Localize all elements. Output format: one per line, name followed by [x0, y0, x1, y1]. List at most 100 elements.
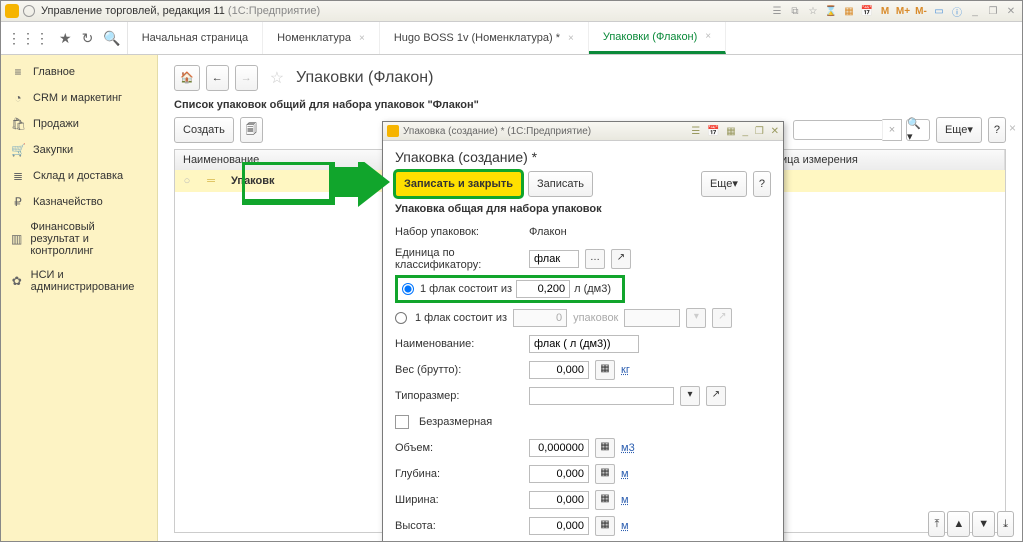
dlg-tool-icon[interactable]: ☰ — [691, 126, 700, 137]
height-input[interactable] — [529, 517, 589, 535]
sidebar-item-warehouse[interactable]: ≣Склад и доставка — [1, 163, 157, 189]
tool-icon[interactable]: ▭ — [932, 4, 946, 18]
create-button[interactable]: Создать — [174, 117, 234, 143]
tab-close-icon[interactable]: × — [568, 33, 574, 44]
type-input[interactable] — [529, 387, 674, 405]
dlg-minimize-icon[interactable]: _ — [743, 126, 749, 137]
sidebar-item-finance[interactable]: ▥Финансовый результат и контроллинг — [1, 215, 157, 263]
page-close-icon[interactable]: × — [1009, 121, 1016, 135]
name-input[interactable] — [529, 335, 639, 353]
sidebar-item-main[interactable]: ≡Главное — [1, 59, 157, 85]
nav-last-button[interactable]: ⤓ — [997, 511, 1014, 537]
option1-value-input[interactable] — [516, 280, 570, 298]
m-plus-icon[interactable]: M+ — [896, 4, 910, 18]
sidebar-item-admin[interactable]: ✿НСИ и администрирование — [1, 263, 157, 299]
clear-search-icon[interactable]: × — [882, 119, 902, 141]
back-button[interactable]: ← — [206, 65, 229, 91]
save-close-button[interactable]: Записать и закрыть — [395, 171, 522, 197]
col-unit[interactable]: Единица измерения — [747, 150, 1005, 170]
dialog-help-button[interactable]: ? — [753, 171, 771, 197]
dlg-close-icon[interactable]: ✕ — [771, 126, 779, 137]
calc-icon[interactable]: ▦ — [595, 490, 615, 510]
up-button[interactable]: 🏠 — [174, 65, 200, 91]
open-link-icon: ↗ — [712, 308, 732, 328]
nav-down-button[interactable]: ▼ — [972, 511, 995, 537]
search-icon[interactable]: 🔍 — [103, 30, 120, 47]
tab-home[interactable]: Начальная страница — [128, 22, 263, 54]
dlg-maximize-icon[interactable]: ❐ — [755, 126, 764, 137]
history-icon[interactable]: ↻ — [82, 30, 94, 47]
tool-icon[interactable]: ⧉ — [788, 4, 802, 18]
tab-packages[interactable]: Упаковки (Флакон)× — [589, 22, 726, 54]
dialog-more-button[interactable]: Еще ▾ — [701, 171, 747, 197]
option2-radio[interactable] — [395, 312, 407, 324]
titlebar-tools: ☰ ⧉ ☆ ⌛ ▦ 📅 M M+ M- ▭ ⓘ _ ❐ ✕ — [770, 4, 1018, 18]
sidebar-item-purchases[interactable]: 🛒Закупки — [1, 137, 157, 163]
page-subtitle: Список упаковок общий для набора упаково… — [174, 99, 1006, 111]
tab-nomenclature[interactable]: Номенклатура× — [263, 22, 380, 54]
set-value: Флакон — [529, 226, 567, 238]
vol-label: Объем: — [395, 442, 523, 454]
star-icon[interactable]: ★ — [59, 30, 72, 47]
apps-icon[interactable]: ⋮⋮⋮ — [7, 30, 49, 47]
nav-first-button[interactable]: ⤒ — [928, 511, 945, 537]
nav-up-button[interactable]: ▲ — [947, 511, 970, 537]
search-go-button[interactable]: 🔍 ▾ — [906, 119, 930, 141]
tool-icon[interactable]: ⌛ — [824, 4, 838, 18]
option2-value-input — [513, 309, 567, 327]
calc-icon[interactable]: ▦ — [595, 360, 615, 380]
copy-button[interactable]: 🗐 — [240, 117, 263, 143]
weight-unit[interactable]: кг — [621, 364, 630, 376]
search-input[interactable] — [793, 120, 882, 140]
row-type-icon: ═ — [199, 175, 223, 187]
favorite-icon[interactable]: ☆ — [270, 68, 284, 88]
dimless-checkbox[interactable] — [395, 415, 409, 429]
sidebar-item-sales[interactable]: 🛍Продажи — [1, 111, 157, 137]
m-minus-icon[interactable]: M- — [914, 4, 928, 18]
close-icon[interactable]: ✕ — [1004, 4, 1018, 18]
vol-input[interactable] — [529, 439, 589, 457]
calc-icon[interactable]: ▦ — [595, 516, 615, 536]
tool-icon[interactable]: ▦ — [842, 4, 856, 18]
save-button[interactable]: Записать — [528, 171, 593, 197]
dropdown-icon[interactable]: ▾ — [680, 386, 700, 406]
cart-icon: 🛒 — [11, 143, 25, 157]
gear-icon: ✿ — [11, 274, 23, 288]
tool-icon[interactable]: 📅 — [860, 4, 874, 18]
minimize-icon[interactable]: _ — [968, 4, 982, 18]
option1-radio[interactable] — [402, 283, 414, 295]
dialog-icon — [387, 125, 399, 137]
more-button[interactable]: Еще ▾ — [936, 117, 982, 143]
dlg-tool-icon[interactable]: ▦ — [726, 126, 735, 137]
sidebar-item-crm[interactable]: ◔CRM и маркетинг — [1, 85, 157, 111]
tool-icon[interactable]: ☰ — [770, 4, 784, 18]
dlg-tool-icon[interactable]: 📅 — [707, 126, 719, 137]
crm-icon: ◔ — [11, 91, 25, 105]
width-input[interactable] — [529, 491, 589, 509]
forward-button[interactable]: → — [235, 65, 258, 91]
weight-input[interactable] — [529, 361, 589, 379]
tab-close-icon[interactable]: × — [705, 31, 711, 42]
sidebar-item-treasury[interactable]: ₽Казначейство — [1, 189, 157, 215]
calc-icon[interactable]: ▦ — [595, 438, 615, 458]
info-icon[interactable]: ⓘ — [950, 4, 964, 18]
row-name: Упаковк — [223, 175, 283, 187]
tab-close-icon[interactable]: × — [359, 33, 365, 44]
width-unit[interactable]: м — [621, 494, 629, 506]
tab-hugo-boss[interactable]: Hugo BOSS 1v (Номенклатура) *× — [380, 22, 589, 54]
calc-icon[interactable]: ▦ — [595, 464, 615, 484]
depth-unit[interactable]: м — [621, 468, 629, 480]
money-icon: ₽ — [11, 195, 25, 209]
vol-unit[interactable]: м3 — [621, 442, 635, 454]
depth-input[interactable] — [529, 465, 589, 483]
open-link-icon[interactable]: ↗ — [611, 249, 631, 269]
name-label: Наименование: — [395, 338, 523, 350]
m-icon[interactable]: M — [878, 4, 892, 18]
help-button[interactable]: ? — [988, 117, 1006, 143]
tool-icon[interactable]: ☆ — [806, 4, 820, 18]
restore-icon[interactable]: ❐ — [986, 4, 1000, 18]
height-unit[interactable]: м — [621, 520, 629, 532]
ellipsis-button[interactable]: … — [585, 249, 605, 269]
class-input[interactable] — [529, 250, 579, 268]
open-link-icon[interactable]: ↗ — [706, 386, 726, 406]
